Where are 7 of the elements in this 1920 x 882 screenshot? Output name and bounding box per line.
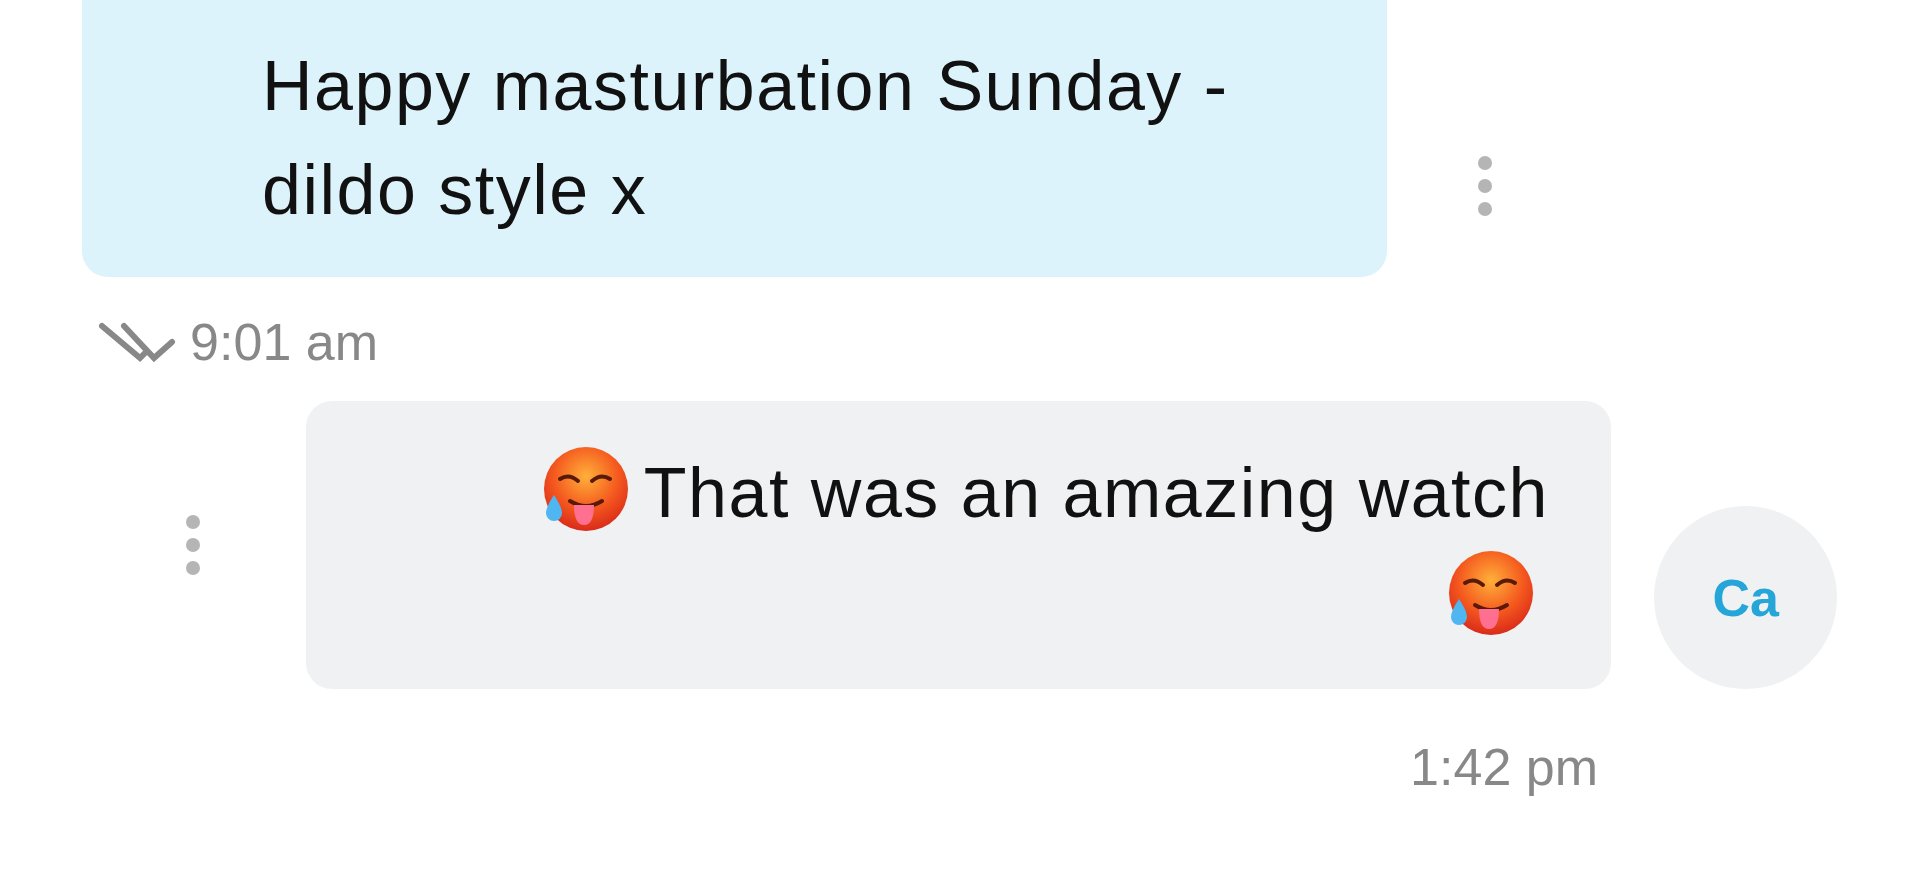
more-icon[interactable] [1477,155,1493,217]
message-time: 9:01 am [190,312,378,372]
message-text: That was an amazing watch [643,453,1549,534]
more-icon[interactable] [185,514,201,576]
avatar[interactable]: Ca [1654,506,1837,689]
message-text: Happy masturbation Sunday - dildo style x [262,46,1230,231]
message-time: 1:42 pm [1410,737,1598,797]
